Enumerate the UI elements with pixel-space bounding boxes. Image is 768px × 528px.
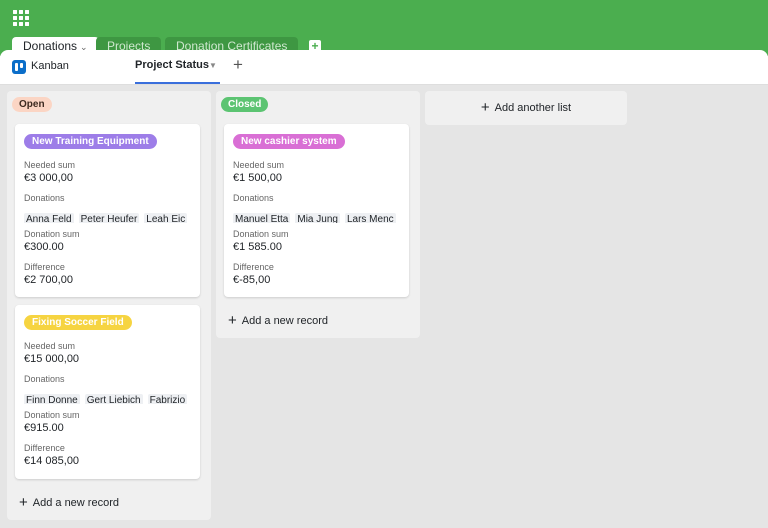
field-label: Difference [233, 262, 274, 272]
donation-chip: Fabrizio [147, 394, 188, 404]
field-label: Donation sum [24, 410, 80, 420]
donation-chip: Anna Feld [24, 213, 74, 223]
add-record-button[interactable]: + Add a new record [19, 494, 119, 511]
donation-chip: Finn Donne [24, 394, 80, 404]
add-list-button[interactable]: + Add another list [425, 91, 627, 125]
field-label: Donations [24, 193, 65, 203]
kanban-card[interactable]: New Training Equipment Needed sum €3 000… [15, 124, 200, 297]
column-status-badge[interactable]: Closed [221, 97, 269, 112]
needed-sum-value: €3 000,00 [24, 172, 73, 184]
field-label: Difference [24, 262, 65, 272]
field-label: Needed sum [233, 160, 285, 170]
donation-sum-value: €300.00 [24, 241, 64, 253]
field-label: Difference [24, 443, 65, 453]
field-label: Needed sum [24, 341, 76, 351]
app-header: Donations ⌄ Projects Donation Certificate… [0, 0, 768, 56]
field-label: Donation sum [233, 229, 289, 239]
active-view-indicator [135, 82, 220, 84]
field-label: Donations [233, 193, 274, 203]
card-title-badge: New Training Equipment [24, 134, 157, 149]
difference-value: €14 085,00 [24, 455, 80, 467]
donations-chips: Anna Feld Peter Heufer Leah Eic [24, 209, 200, 223]
card-title-badge: Fixing Soccer Field [24, 315, 132, 330]
plus-icon: + [480, 99, 490, 116]
donation-chip: Lars Menc [344, 213, 396, 223]
add-list-label: Add another list [494, 102, 572, 114]
kanban-card[interactable]: Fixing Soccer Field Needed sum €15 000,0… [15, 305, 200, 479]
kanban-card[interactable]: New cashier system Needed sum €1 500,00 … [224, 124, 409, 297]
difference-value: €-85,00 [233, 274, 271, 286]
kanban-column-closed: Closed New cashier system Needed sum €1 … [216, 91, 420, 338]
donations-chips: Finn Donne Gert Liebich Fabrizio [24, 390, 200, 404]
add-record-button[interactable]: + Add a new record [228, 312, 328, 329]
field-label: Donations [24, 374, 65, 384]
plus-icon: + [19, 494, 28, 511]
caret-down-icon[interactable]: ▼ [209, 61, 217, 70]
field-label: Donation sum [24, 229, 80, 239]
donation-chip: Gert Liebich [84, 394, 143, 404]
add-record-label: Add a new record [241, 315, 328, 327]
view-type-label: Kanban [31, 60, 69, 72]
field-label: Needed sum [24, 160, 76, 170]
donation-chip: Manuel Etta [233, 213, 291, 223]
difference-value: €2 700,00 [24, 274, 73, 286]
donation-chip: Mia Jung [295, 213, 340, 223]
view-toolbar: Kanban Project Status ▼ + [0, 50, 768, 85]
needed-sum-value: €1 500,00 [233, 172, 282, 184]
needed-sum-value: €15 000,00 [24, 353, 80, 365]
add-record-label: Add a new record [32, 497, 119, 509]
column-status-badge[interactable]: Open [12, 97, 52, 112]
add-view-icon[interactable]: + [233, 55, 243, 75]
view-tab-project-status[interactable]: Project Status [135, 59, 209, 71]
donation-sum-value: €1 585.00 [233, 241, 282, 253]
kanban-icon [12, 60, 26, 74]
card-title-badge: New cashier system [233, 134, 345, 149]
donation-chip: Leah Eic [144, 213, 188, 223]
apps-grid-icon[interactable] [13, 10, 29, 26]
donation-sum-value: €915.00 [24, 422, 64, 434]
plus-icon: + [228, 312, 237, 329]
donation-chip: Peter Heufer [78, 213, 140, 223]
kanban-column-open: Open New Training Equipment Needed sum €… [7, 91, 211, 520]
donations-chips: Manuel Etta Mia Jung Lars Menc [233, 209, 409, 223]
